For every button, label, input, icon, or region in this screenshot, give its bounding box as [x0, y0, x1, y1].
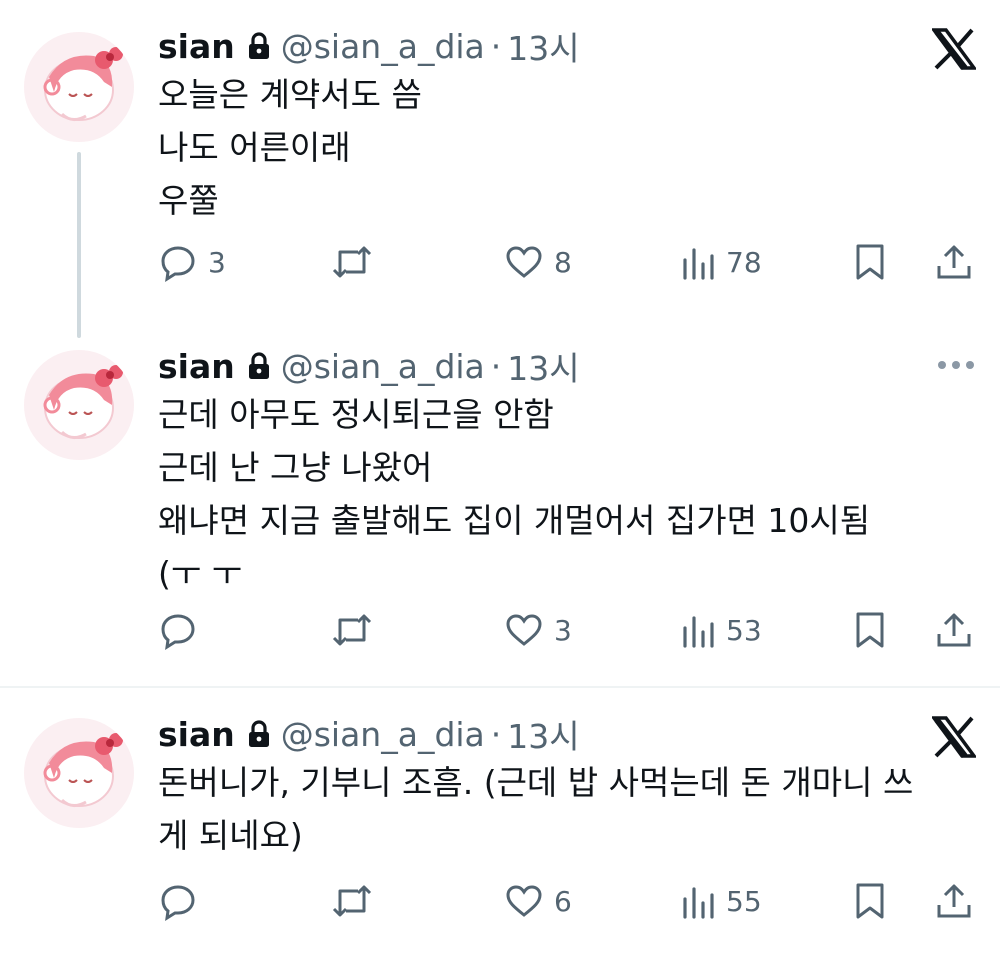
handle[interactable]: @sian_a_dia: [281, 347, 485, 386]
handle[interactable]: @sian_a_dia: [281, 715, 485, 754]
handle[interactable]: @sian_a_dia: [281, 27, 485, 66]
timestamp[interactable]: 13시: [507, 710, 579, 758]
retweet-button[interactable]: [330, 876, 374, 926]
reply-button[interactable]: [158, 605, 198, 655]
retweet-icon: [332, 246, 372, 278]
lock-icon: [247, 720, 271, 748]
bookmark-button[interactable]: [854, 605, 886, 655]
action-bar: 3 8 78: [158, 237, 978, 287]
views-icon: [683, 887, 714, 919]
tweet-text: 근데 아무도 정시퇴근을 안함 근데 난 그냥 나왔어 왜냐면 지금 출발해도 …: [158, 395, 871, 593]
share-icon: [937, 884, 971, 918]
bookmark-icon: [856, 883, 884, 919]
retweet-button[interactable]: [330, 605, 374, 655]
share-button[interactable]: [934, 876, 974, 926]
tweet-text: 돈버니가, 기부니 조흠. (근데 밥 사먹는데 돈 개마니 쓰 게 되네요): [158, 763, 914, 855]
action-bar: 6 55: [158, 876, 978, 926]
timestamp[interactable]: 13시: [507, 22, 579, 70]
avatar[interactable]: [24, 350, 134, 460]
views-icon: [683, 616, 714, 648]
retweet-icon: [332, 885, 372, 917]
avatar[interactable]: [24, 718, 134, 828]
display-name[interactable]: sian: [158, 27, 235, 66]
like-count: 8: [554, 245, 572, 279]
reply-count: 3: [208, 245, 226, 279]
like-count: 3: [554, 613, 572, 647]
bookmark-button[interactable]: [854, 237, 886, 287]
bookmark-button[interactable]: [854, 876, 886, 926]
tweet-header: sian @sian_a_dia · 13시: [158, 710, 580, 758]
share-icon: [937, 613, 971, 647]
avatar[interactable]: [24, 32, 134, 142]
reply-icon: [161, 246, 195, 282]
tweet-text: 오늘은 계약서도 씀 나도 어른이래 우쭐: [158, 75, 422, 220]
retweet-button[interactable]: [330, 237, 374, 287]
reply-button[interactable]: [158, 876, 198, 926]
share-icon: [937, 245, 971, 279]
heart-icon: [506, 885, 542, 917]
heart-icon: [506, 246, 542, 278]
reply-button[interactable]: 3: [158, 237, 226, 287]
display-name[interactable]: sian: [158, 715, 235, 754]
separator: ·: [490, 346, 502, 386]
views-button[interactable]: 55: [680, 876, 762, 926]
reply-icon: [161, 614, 195, 650]
like-count: 6: [554, 884, 572, 918]
lock-icon: [247, 352, 271, 380]
thread-connector: [77, 152, 81, 338]
lock-icon: [247, 32, 271, 60]
view-count: 78: [726, 245, 762, 279]
separator: ·: [490, 714, 502, 754]
more-icon[interactable]: [936, 356, 976, 375]
timestamp[interactable]: 13시: [507, 342, 579, 390]
like-button[interactable]: 3: [504, 605, 572, 655]
tweet-header: sian @sian_a_dia · 13시: [158, 342, 580, 390]
reply-icon: [161, 885, 195, 921]
heart-icon: [506, 614, 542, 646]
retweet-icon: [332, 614, 372, 646]
view-count: 53: [726, 613, 762, 647]
display-name[interactable]: sian: [158, 347, 235, 386]
view-count: 55: [726, 884, 762, 918]
views-button[interactable]: 78: [680, 237, 762, 287]
bookmark-icon: [856, 612, 884, 648]
separator: ·: [490, 26, 502, 66]
bookmark-icon: [856, 244, 884, 280]
share-button[interactable]: [934, 237, 974, 287]
views-icon: [683, 248, 714, 280]
like-button[interactable]: 6: [504, 876, 572, 926]
share-button[interactable]: [934, 605, 974, 655]
tweet-header: sian @sian_a_dia · 13시: [158, 22, 580, 70]
views-button[interactable]: 53: [680, 605, 762, 655]
tweet-2[interactable]: sian @sian_a_dia · 13시 근데 아무도 정시퇴근을 안함 근…: [0, 330, 1000, 686]
tweet-1[interactable]: sian @sian_a_dia · 13시 오늘은 계약서도 씀 나도 어른이…: [0, 0, 1000, 338]
action-bar: 3 53: [158, 605, 978, 655]
like-button[interactable]: 8: [504, 237, 572, 287]
tweet-3[interactable]: sian @sian_a_dia · 13시 돈버니가, 기부니 조흠. (근데…: [0, 688, 1000, 959]
